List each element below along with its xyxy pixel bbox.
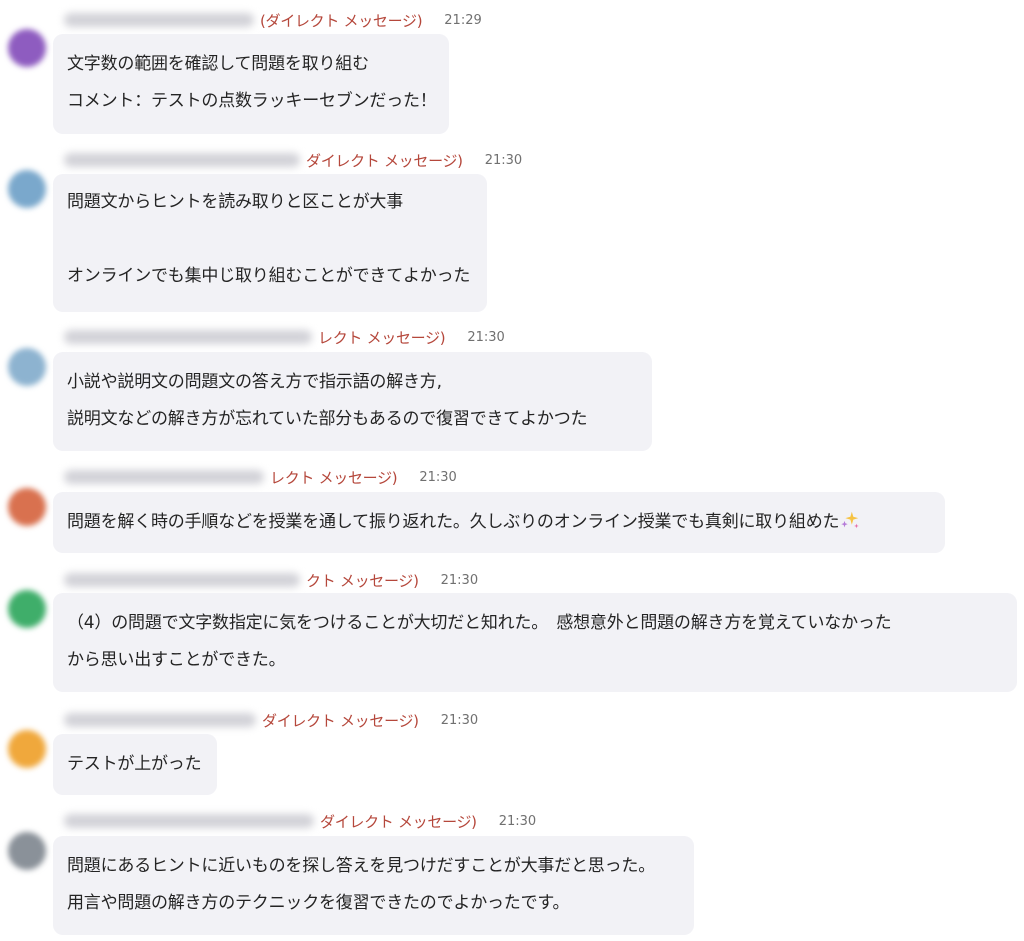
message-line: から思い出すことができた。	[67, 650, 286, 670]
message-header: レクト メッセージ) 21:30	[64, 466, 457, 488]
avatar[interactable]	[8, 590, 46, 628]
message-time: 21:30	[440, 572, 479, 588]
message-time: 21:30	[467, 329, 505, 345]
sender-name-blurred	[64, 330, 312, 344]
message-line: （4）の問題で文字数指定に気をつけることが大切だと知れた。 感想意外と問題の解き…	[67, 613, 892, 633]
message-bubble[interactable]: （4）の問題で文字数指定に気をつけることが大切だと知れた。 感想意外と問題の解き…	[53, 593, 1017, 692]
message-line: オンラインでも集中じ取り組むことができてよかった	[67, 266, 471, 286]
message-header: ダイレクト メッセージ) 21:30	[64, 149, 522, 171]
message-header: ダイレクト メッセージ) 21:30	[64, 709, 478, 731]
message-bubble[interactable]: 問題を解く時の手順などを授業を通して振り返れた。久しぶりのオンライン授業でも真剣…	[53, 492, 945, 553]
message-time: 21:30	[498, 813, 537, 829]
message-line: 小説や説明文の問題文の答え方で指示語の解き方,	[67, 372, 442, 392]
message-time: 21:29	[444, 12, 482, 28]
sender-name-blurred	[64, 13, 254, 27]
chat-message-list: (ダイレクト メッセージ) 21:29 文字数の範囲を確認して問題を取り組む コ…	[0, 0, 1024, 941]
sender-name-blurred	[64, 573, 300, 587]
message-text: 問題を解く時の手順などを授業を通して振り返れた。久しぶりのオンライン授業でも真剣…	[67, 512, 840, 532]
message-time: 21:30	[484, 152, 523, 168]
sender-name-blurred	[64, 814, 314, 828]
avatar[interactable]	[8, 488, 46, 526]
message-line: コメント：テストの点数ラッキーセブンだった！	[67, 91, 437, 111]
message-time: 21:30	[419, 469, 457, 485]
message-header: ダイレクト メッセージ) 21:30	[64, 810, 536, 832]
avatar[interactable]	[8, 730, 46, 768]
avatar[interactable]	[8, 832, 46, 870]
direct-message-label: ダイレクト メッセージ)	[262, 711, 419, 730]
sparkles-icon	[841, 511, 860, 529]
sender-name-blurred	[64, 153, 300, 167]
message-line: 説明文などの解き方が忘れていた部分もあるので復習できてよかつた	[67, 409, 588, 429]
message-bubble[interactable]: 小説や説明文の問題文の答え方で指示語の解き方, 説明文などの解き方が忘れていた部…	[53, 352, 652, 451]
avatar[interactable]	[8, 170, 46, 208]
message-header: クト メッセージ) 21:30	[64, 569, 478, 591]
direct-message-label: ダイレクト メッセージ)	[320, 812, 477, 831]
direct-message-label: レクト メッセージ)	[318, 328, 446, 347]
message-bubble[interactable]: 問題にあるヒントに近いものを探し答えを見つけだすことが大事だと思った。 用言や問…	[53, 836, 694, 935]
direct-message-label: (ダイレクト メッセージ)	[260, 11, 423, 30]
message-line	[67, 221, 473, 258]
message-line: 問題文からヒントを読み取りと区ことが大事	[67, 192, 403, 212]
message-line: 文字数の範囲を確認して問題を取り組む	[67, 54, 369, 74]
message-line: 用言や問題の解き方のテクニックを復習できたのでよかったです。	[67, 893, 570, 913]
message-line: 問題にあるヒントに近いものを探し答えを見つけだすことが大事だと思った。	[67, 856, 655, 876]
direct-message-label: クト メッセージ)	[306, 571, 419, 590]
sender-name-blurred	[64, 713, 256, 727]
message-time: 21:30	[440, 712, 479, 728]
message-header: レクト メッセージ) 21:30	[64, 326, 505, 348]
message-bubble[interactable]: テストが上がった	[53, 734, 217, 795]
avatar[interactable]	[8, 29, 46, 67]
sender-name-blurred	[64, 470, 264, 484]
message-line: テストが上がった	[67, 754, 202, 774]
message-bubble[interactable]: 文字数の範囲を確認して問題を取り組む コメント：テストの点数ラッキーセブンだった…	[53, 34, 449, 134]
direct-message-label: レクト メッセージ)	[270, 468, 398, 487]
direct-message-label: ダイレクト メッセージ)	[306, 151, 463, 170]
message-line: 問題を解く時の手順などを授業を通して振り返れた。久しぶりのオンライン授業でも真剣…	[67, 504, 931, 541]
message-header: (ダイレクト メッセージ) 21:29	[64, 9, 482, 31]
avatar[interactable]	[8, 348, 46, 386]
message-bubble[interactable]: 問題文からヒントを読み取りと区ことが大事 オンラインでも集中じ取り組むことができ…	[53, 174, 487, 312]
